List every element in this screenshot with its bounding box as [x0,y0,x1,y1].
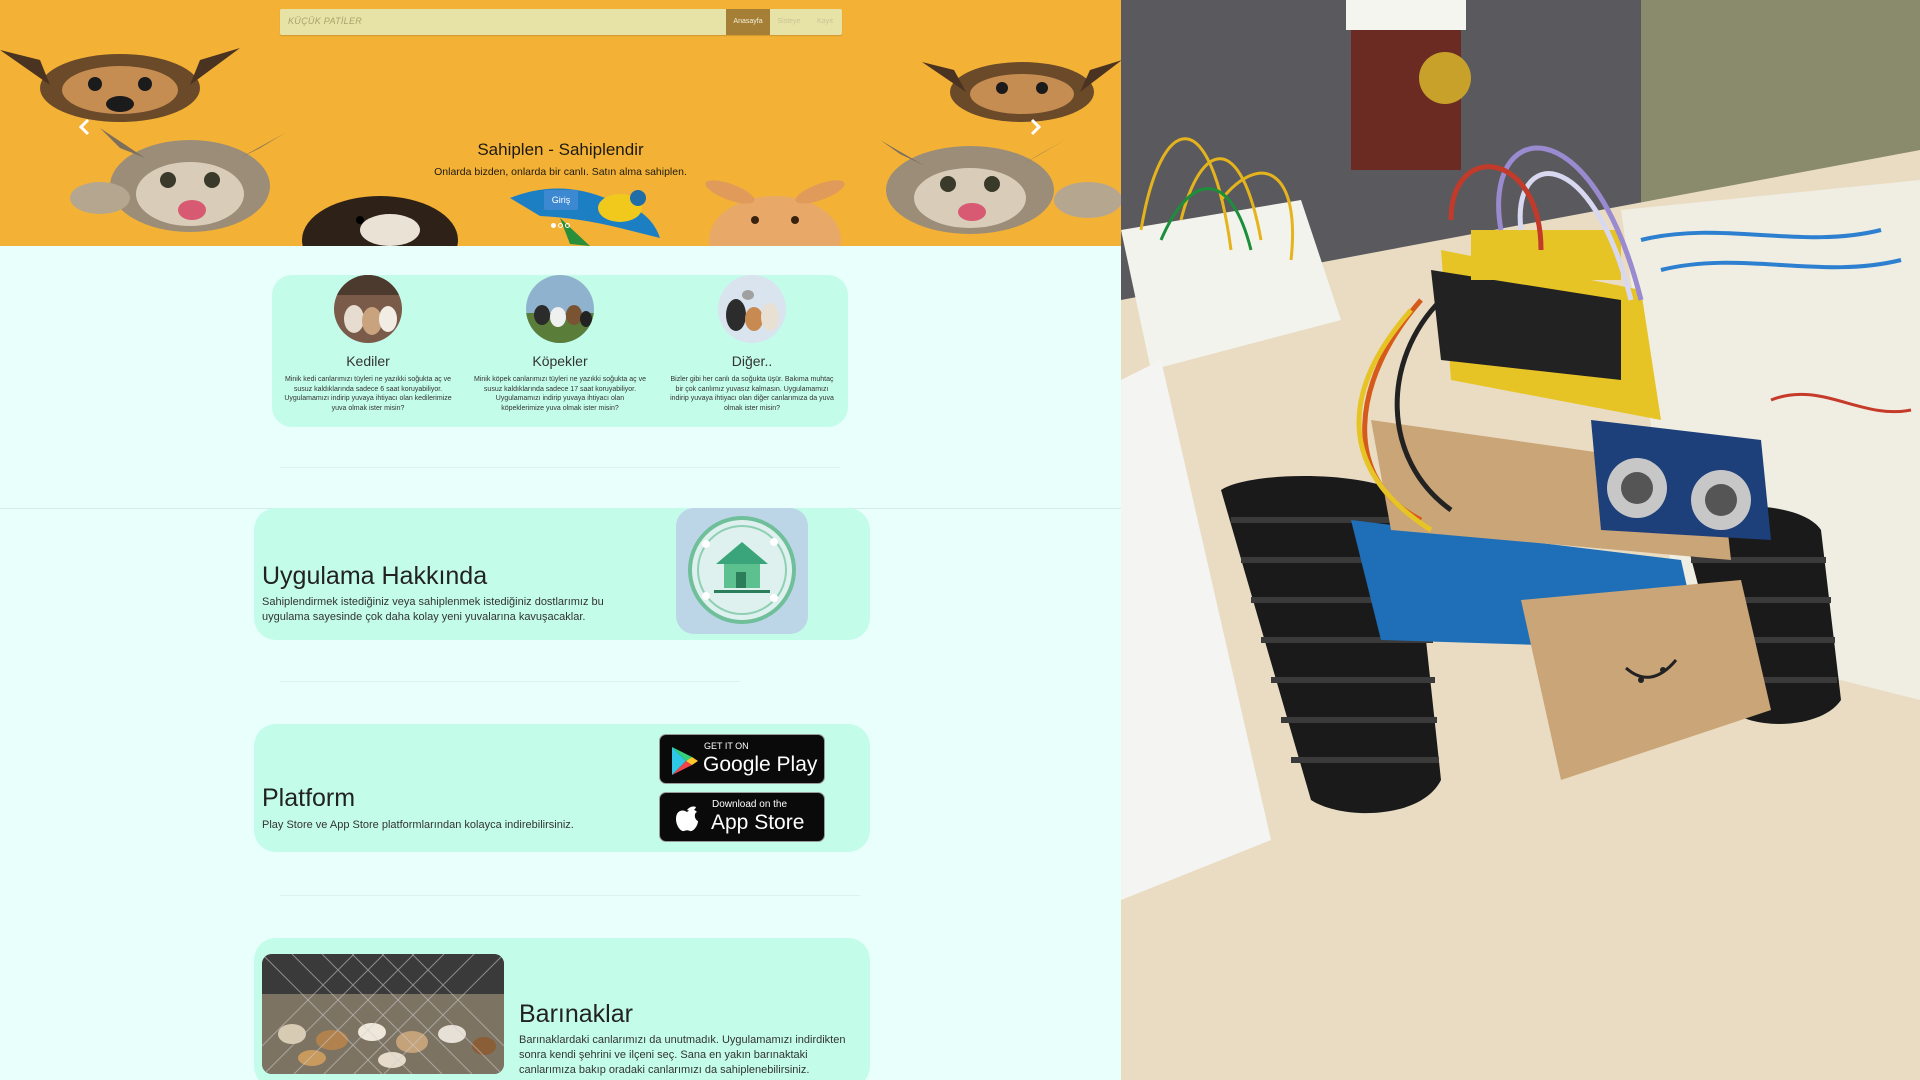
parrot-image [510,188,660,246]
google-play-text: Google Play [703,753,818,776]
carousel-indicator-3[interactable] [565,223,570,228]
category-title: Kediler [346,353,390,369]
platform-title: Platform [262,784,356,812]
guinea-pig-image [302,196,458,246]
category-description: Minik köpek canlarımızı tüyleri ne yazık… [474,376,646,412]
carousel-prev-icon[interactable] [74,116,96,138]
google-play-icon [672,747,698,775]
platform-text: Play Store ve App Store platformlarından… [262,819,574,831]
nav-register-link[interactable]: Kayıt [808,9,842,35]
section-divider [280,467,840,468]
category-title: Diğer.. [731,353,773,369]
app-logo [676,508,808,634]
carousel-indicator-2[interactable] [558,223,563,228]
about-text: Sahiplendirmek istediğiniz veya sahiplen… [262,596,604,623]
other-animals-photo [718,275,786,343]
hero-title: Sahiplen - Sahiplendir [477,140,644,159]
shelter-photo [262,954,504,1074]
about-title: Uygulama Hakkında [262,562,488,590]
apple-icon [676,806,698,832]
shelters-text: Barınaklardaki canlarımızı da unutmadık.… [519,1034,846,1076]
hero-subtitle: Onlarda bizden, onlarda bir canlı. Satın… [434,166,687,178]
google-play-small-text: GET IT ON [704,741,749,751]
section-divider [280,681,740,682]
nav-home-link[interactable]: Anasayfa [726,9,770,35]
robot-tank-photo [1121,0,1920,1080]
carousel-indicator-1[interactable] [551,223,556,228]
login-button[interactable]: Giriş [544,190,578,210]
google-play-badge[interactable]: GET IT ON Google Play [659,734,825,784]
shelters-title: Barınaklar [519,1000,633,1028]
screen: KÜÇÜK PATİLER Anasayfa Sisteye Kayıt Sah… [0,0,1920,1080]
dogs-photo [526,275,594,343]
app-store-text: App Store [711,811,805,834]
cats-photo [334,275,402,343]
rabbit-image [705,180,845,246]
app-store-small-text: Download on the [712,799,788,810]
brand-logo[interactable]: KÜÇÜK PATİLER [288,16,362,26]
dog-left-image [0,48,240,122]
nav-login-link[interactable]: Sisteye [770,9,808,35]
shelters-section: Barınaklar Barınaklardaki canlarımızı da… [254,938,870,1080]
categories-panel: Kediler Minik kedi canlarımızı tüyleri n… [272,275,848,427]
hero-carousel: KÜÇÜK PATİLER Anasayfa Sisteye Kayıt Sah… [0,0,1121,246]
dog-right-image [922,60,1121,122]
web-page: KÜÇÜK PATİLER Anasayfa Sisteye Kayıt Sah… [0,0,1121,1080]
category-title: Köpekler [532,353,588,369]
category-description: Bizler gibi her canlı da soğukta üşür. B… [670,376,834,412]
about-section: Uygulama Hakkında Sahiplendirmek istediğ… [254,508,870,640]
carousel-next-icon[interactable] [1024,116,1046,138]
section-divider [280,895,860,896]
category-description: Minik kedi canlarımızı tüyleri ne yazıkk… [284,376,452,412]
platform-section: Platform Play Store ve App Store platfor… [254,724,870,852]
navbar: KÜÇÜK PATİLER Anasayfa Sisteye Kayıt [280,9,842,35]
robot-scene-image [1121,0,1920,1080]
app-store-badge[interactable]: Download on the App Store [659,792,825,842]
